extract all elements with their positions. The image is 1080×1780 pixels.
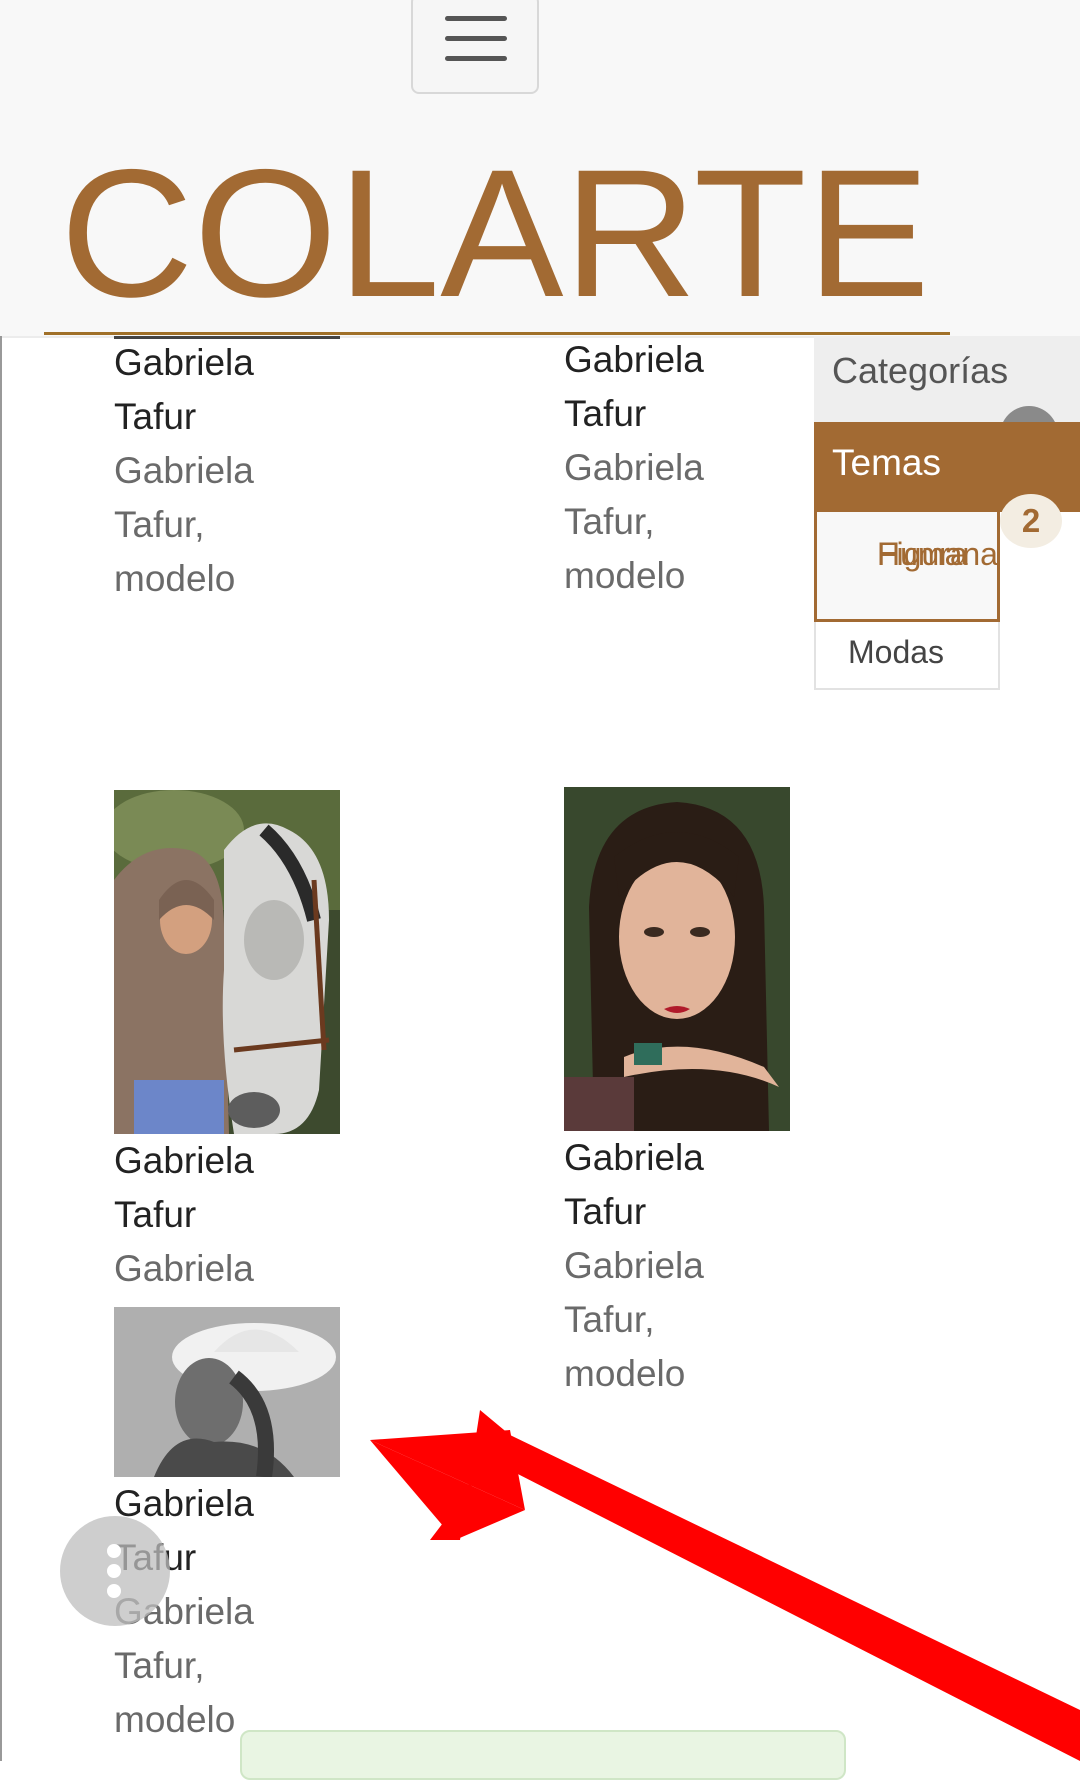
item-title[interactable]: Gabriela (114, 1134, 374, 1188)
item-title[interactable]: Tafur (114, 390, 374, 444)
photo-portrait-woman[interactable] (564, 787, 790, 1131)
gallery-item[interactable]: Gabriela Tafur Gabriela (114, 790, 374, 1296)
bottom-notification-bar[interactable] (240, 1730, 846, 1780)
item-caption: Gabriela (114, 1248, 254, 1289)
menu-toggle-button[interactable] (411, 0, 539, 94)
item-title[interactable]: Tafur (114, 1188, 374, 1242)
more-options-button[interactable] (60, 1516, 170, 1626)
more-vertical-icon (107, 1544, 121, 1558)
item-title[interactable]: Tafur (564, 387, 824, 441)
subcategory-label: Modas (848, 634, 945, 670)
gallery-item[interactable]: Gabriela Tafur Gabriela Tafur, modelo (114, 1307, 374, 1747)
item-title[interactable]: Gabriela (114, 336, 374, 390)
categorias-header[interactable]: Categorías (814, 336, 1080, 440)
gallery-item[interactable]: Gabriela Tafur Gabriela Tafur, modelo (564, 333, 824, 603)
item-title[interactable]: Gabriela (564, 333, 824, 387)
item-title[interactable]: Tafur (564, 1185, 824, 1239)
item-caption: Gabriela (114, 450, 254, 491)
item-title[interactable]: Gabriela (114, 1477, 374, 1531)
subcategory-label-line: Humana (877, 536, 998, 572)
gallery-item[interactable]: Gabriela Tafur Gabriela Tafur, modelo (114, 336, 374, 606)
content-left-border (0, 336, 2, 1761)
subcategory-modas[interactable]: Modas (814, 622, 1000, 690)
red-arrow-icon (370, 1410, 1080, 1761)
temas-count-badge: 2 (1000, 494, 1062, 548)
more-vertical-icon-dot (107, 1584, 121, 1598)
photo-woman-with-hat[interactable] (114, 1307, 340, 1477)
item-caption: modelo (564, 555, 686, 596)
site-header: COLARTE (0, 0, 1080, 336)
item-caption: Tafur, (114, 504, 205, 545)
site-logo[interactable]: COLARTE (60, 136, 940, 326)
item-caption: Tafur, (114, 1645, 205, 1686)
item-caption: Gabriela (564, 447, 704, 488)
logo-text: COLARTE (60, 136, 930, 326)
item-caption: Tafur, (564, 1299, 655, 1340)
temas-label: Temas (832, 442, 941, 483)
hamburger-icon (445, 16, 507, 21)
item-caption: Tafur, (564, 501, 655, 542)
hamburger-icon-bar (445, 56, 507, 61)
item-caption: modelo (114, 558, 236, 599)
hamburger-icon-bar (445, 36, 507, 41)
subcategory-figura-humana[interactable]: Figura Humana (814, 512, 1000, 622)
categorias-label: Categorías (832, 350, 1009, 391)
more-vertical-icon-dot (107, 1564, 121, 1578)
item-caption: Gabriela (564, 1245, 704, 1286)
photo-woman-with-horse[interactable] (114, 790, 340, 1134)
gallery-item[interactable]: Gabriela Tafur Gabriela Tafur, modelo (564, 787, 824, 1401)
item-caption: modelo (564, 1353, 686, 1394)
item-title[interactable]: Gabriela (564, 1131, 824, 1185)
